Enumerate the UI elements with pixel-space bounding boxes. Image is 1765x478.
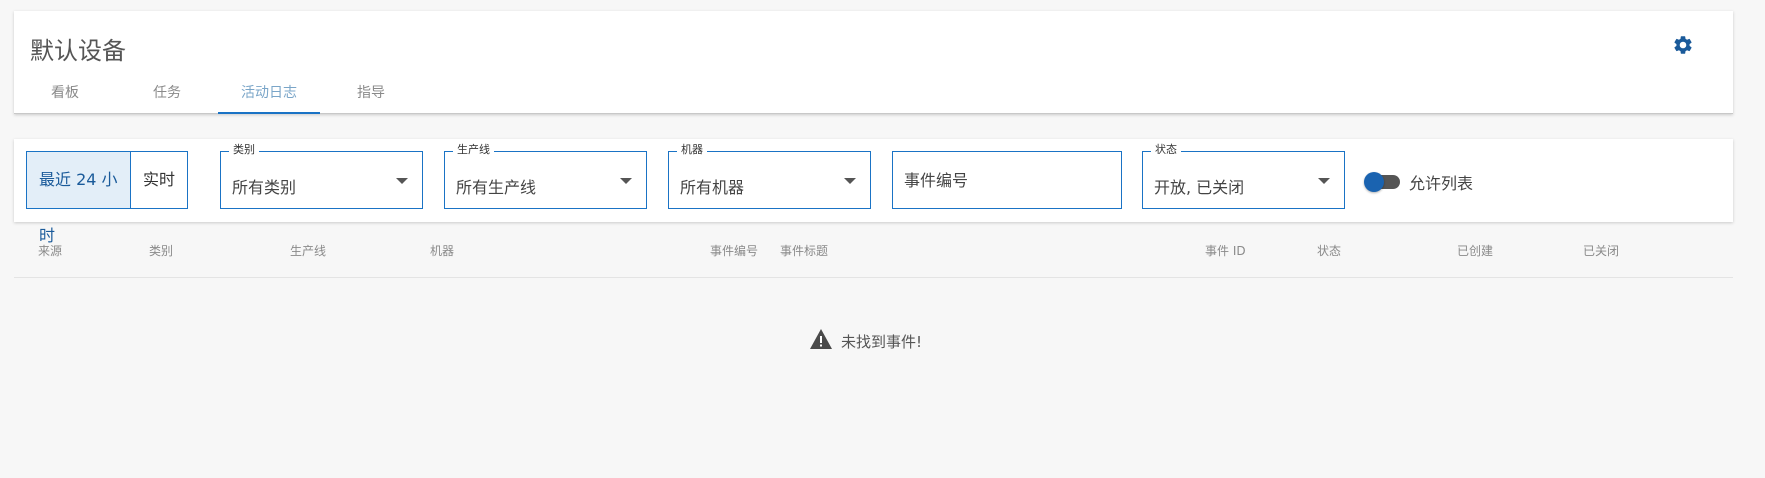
column-header-created[interactable]: 已创建 <box>1457 242 1493 259</box>
category-label: 类别 <box>229 143 259 157</box>
empty-state-message: 未找到事件! <box>841 332 923 351</box>
status-select[interactable]: 状态 开放, 已关闭 <box>1142 143 1345 209</box>
production-line-value: 所有生产线 <box>456 178 537 197</box>
event-number-field <box>892 151 1122 209</box>
category-value: 所有类别 <box>232 178 297 197</box>
column-header-machine[interactable]: 机器 <box>430 242 454 259</box>
filter-bar: 最近 24 小时 实时 类别 所有类别 生产线 所有生产线 机器 所有机器 状态… <box>14 139 1733 245</box>
time-range-toggle: 最近 24 小时 实时 <box>26 151 188 245</box>
column-header-event-number[interactable]: 事件编号 <box>710 242 758 259</box>
caret-down-icon <box>620 178 632 184</box>
gear-icon <box>1672 34 1694 60</box>
machine-value: 所有机器 <box>680 178 745 197</box>
allow-list-label: 允许列表 <box>1409 174 1474 193</box>
column-header-event-title[interactable]: 事件标题 <box>780 242 828 259</box>
tab-dashboard[interactable]: 看板 <box>14 83 116 114</box>
toggle-knob <box>1364 172 1384 192</box>
production-line-label: 生产线 <box>453 143 494 157</box>
tab-bar: 看板 任务 活动日志 指导 <box>14 83 422 114</box>
production-line-select[interactable]: 生产线 所有生产线 <box>444 143 647 209</box>
tab-guidance[interactable]: 指导 <box>320 83 422 114</box>
page-title: 默认设备 <box>30 37 126 65</box>
tab-activity-log[interactable]: 活动日志 <box>218 83 320 114</box>
status-label: 状态 <box>1151 143 1181 157</box>
caret-down-icon <box>1318 178 1330 184</box>
caret-down-icon <box>844 178 856 184</box>
last-24-hours-button[interactable]: 最近 24 小时 <box>27 152 131 245</box>
column-header-status[interactable]: 状态 <box>1317 242 1341 259</box>
column-header-closed[interactable]: 已关闭 <box>1583 242 1619 259</box>
machine-label: 机器 <box>677 143 707 157</box>
status-value: 开放, 已关闭 <box>1154 178 1245 197</box>
allow-list-toggle[interactable]: 允许列表 <box>1364 170 1474 194</box>
warning-icon <box>809 328 833 354</box>
header-card: 默认设备 看板 任务 活动日志 指导 <box>14 11 1733 114</box>
caret-down-icon <box>396 178 408 184</box>
column-header-event-id[interactable]: 事件 ID <box>1205 242 1246 259</box>
machine-select[interactable]: 机器 所有机器 <box>668 143 871 209</box>
realtime-button[interactable]: 实时 <box>131 152 187 208</box>
table-header: 来源 类别 生产线 机器 事件编号 事件标题 事件 ID 状态 已创建 已关闭 <box>14 228 1733 278</box>
toggle-track <box>1364 172 1400 192</box>
tab-tasks[interactable]: 任务 <box>116 83 218 114</box>
column-header-production-line[interactable]: 生产线 <box>290 242 326 259</box>
event-number-input[interactable] <box>904 168 1104 192</box>
category-select[interactable]: 类别 所有类别 <box>220 143 423 209</box>
column-header-source[interactable]: 来源 <box>38 242 62 259</box>
empty-state: 未找到事件! <box>809 328 922 354</box>
column-header-category[interactable]: 类别 <box>149 242 173 259</box>
settings-button[interactable] <box>1669 33 1697 61</box>
